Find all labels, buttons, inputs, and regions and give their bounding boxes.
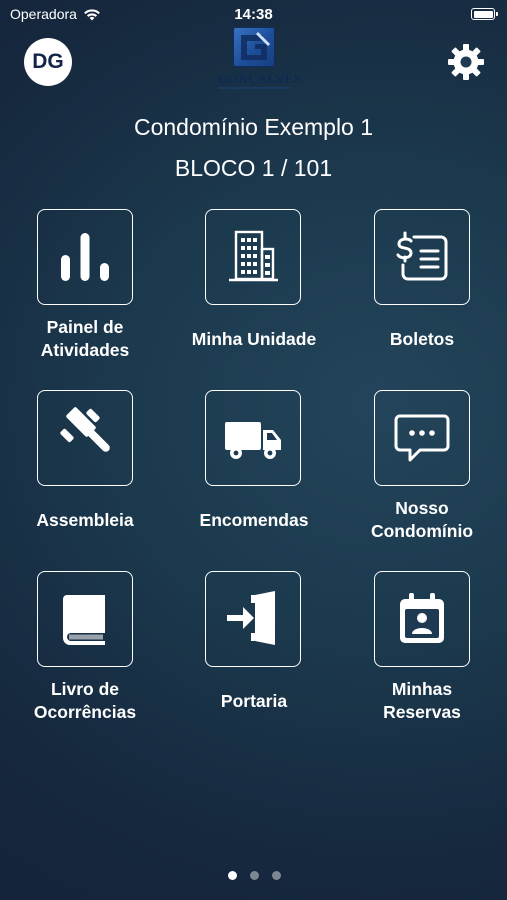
menu-label-minha-unidade[interactable]: Minha Unidade	[170, 328, 338, 351]
page-dot-1[interactable]	[228, 871, 237, 880]
truck-icon	[225, 422, 281, 459]
menu-tile-boletos[interactable]	[374, 209, 470, 305]
battery-fill	[473, 10, 493, 18]
menu-label-portaria[interactable]: Portaria	[170, 690, 338, 713]
status-time: 14:38	[234, 6, 273, 23]
logo-text: GONÇALVES	[218, 71, 301, 86]
menu-label-boletos[interactable]: Boletos	[338, 328, 506, 351]
brand-logo: GONÇALVES	[218, 27, 301, 93]
menu-label-encomendas[interactable]: Encomendas	[170, 509, 338, 532]
logo-mark	[233, 27, 275, 67]
menu-tile-assembleia[interactable]	[37, 390, 133, 486]
calendar-person-icon	[400, 593, 444, 643]
menu-tile-portaria[interactable]	[205, 571, 301, 667]
door-enter-icon	[227, 591, 275, 645]
page-dot-3[interactable]	[272, 871, 281, 880]
menu-tile-encomendas[interactable]	[205, 390, 301, 486]
gear-icon[interactable]	[446, 42, 486, 82]
building-icon	[229, 230, 278, 282]
book-icon	[63, 595, 105, 645]
menu-label-nosso-condominio[interactable]: Nosso Condomínio	[338, 497, 506, 543]
menu-tile-nosso-condominio[interactable]	[374, 390, 470, 486]
unit-label: BLOCO 1 / 101	[174, 155, 333, 181]
menu-label-assembleia[interactable]: Assembleia	[1, 509, 169, 532]
chat-bubble-icon	[394, 414, 450, 462]
menu-tile-minhas-reservas[interactable]	[374, 571, 470, 667]
menu-tile-painel-atividades[interactable]	[37, 209, 133, 305]
page-dot-2[interactable]	[250, 871, 259, 880]
battery-icon	[471, 8, 498, 20]
bar-chart-icon	[61, 233, 109, 281]
gavel-icon	[60, 407, 110, 452]
menu-tile-minha-unidade[interactable]	[205, 209, 301, 305]
menu-label-minhas-reservas[interactable]: Minhas Reservas	[338, 678, 506, 724]
invoice-icon	[396, 231, 448, 281]
status-bar: Operadora 14:38	[0, 0, 507, 30]
page-indicator[interactable]	[0, 871, 507, 881]
avatar[interactable]: DG	[24, 38, 72, 86]
menu-label-livro-ocorrencias[interactable]: Livro de Ocorrências	[1, 678, 169, 724]
condo-name: Condomínio Exemplo 1	[133, 114, 374, 140]
menu-tile-livro-ocorrencias[interactable]	[37, 571, 133, 667]
menu-label-painel-atividades[interactable]: Painel de Atividades	[1, 316, 169, 362]
